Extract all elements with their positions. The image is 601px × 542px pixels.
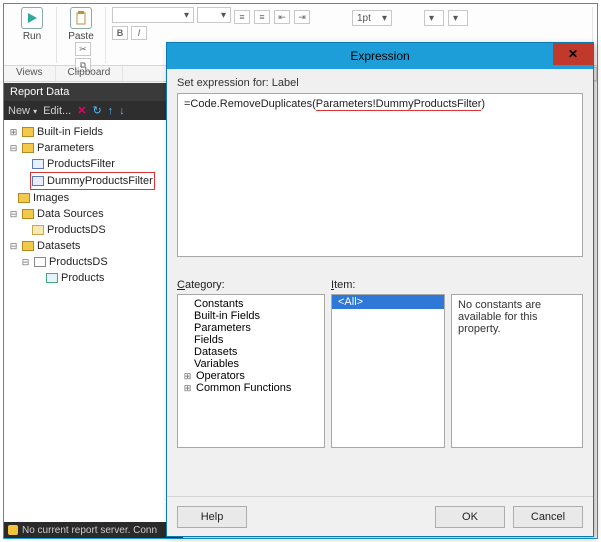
color-picker-2[interactable]: ▾ [448,10,468,26]
report-data-panel: Report Data New ▾ Edit... ✕ ↻ ↑ ↓ ⊞Built… [4,83,183,522]
desc-label [451,279,583,291]
clipboard-group-label: Clipboard [56,66,124,81]
folder-icon [22,127,34,137]
move-down-icon[interactable]: ↓ [119,105,125,117]
tree-field-products[interactable]: Products [61,270,104,286]
expr-text-highlight: Parameters!DummyProductsFilter [316,98,482,111]
tree-param-dummyproductsfilter[interactable]: DummyProductsFilter [47,173,153,189]
color-picker-1[interactable]: ▾ [424,10,444,26]
italic-button[interactable]: I [131,26,147,40]
paste-button[interactable]: Paste [63,7,99,42]
expression-dialog: Expression ✕ Set expression for: Label =… [166,42,594,537]
indent-dec-icon[interactable]: ⇤ [274,10,290,24]
cat-parameters[interactable]: Parameters [194,322,251,334]
dialog-titlebar[interactable]: Expression ✕ [167,43,593,69]
cat-constants[interactable]: Constants [194,298,244,310]
cat-builtin[interactable]: Built-in Fields [194,310,260,322]
report-data-title: Report Data [4,83,182,101]
ok-button[interactable]: OK [435,506,505,528]
tree-ds-productsds[interactable]: ProductsDS [47,222,106,238]
tree-dset-productsds[interactable]: ProductsDS [49,254,108,270]
font-size-select[interactable]: ▾ [197,7,231,23]
tree-datasources[interactable]: Data Sources [37,206,104,222]
item-label: Item: [331,279,445,291]
report-data-toolbar: New ▾ Edit... ✕ ↻ ↑ ↓ [4,101,182,120]
dataset-icon [34,257,46,267]
move-up-icon[interactable]: ↑ [108,105,114,117]
close-button[interactable]: ✕ [553,43,593,65]
parameter-icon [32,159,44,169]
delete-icon[interactable]: ✕ [77,104,86,117]
tree-parameters[interactable]: Parameters [37,140,94,156]
run-button[interactable]: Run [14,7,50,42]
expr-text-prefix: =Code.RemoveDuplicates( [184,98,316,110]
item-listbox[interactable]: <All> [331,294,445,448]
status-text: No current report server. Conn [22,525,157,536]
folder-icon [18,193,30,203]
folder-icon [22,143,34,153]
indent-inc-icon[interactable]: ⇥ [294,10,310,24]
font-family-select[interactable]: ▾ [112,7,194,23]
tree-param-productsfilter[interactable]: ProductsFilter [47,156,115,172]
run-label: Run [23,31,41,42]
dialog-footer: Help OK Cancel [167,496,593,536]
bold-button[interactable]: B [112,26,128,40]
cut-icon[interactable]: ✂ [75,42,91,56]
report-data-tree[interactable]: ⊞Built-in Fields ⊟Parameters ProductsFil… [4,120,182,522]
expr-text-suffix: ) [481,98,485,110]
line-weight-select[interactable]: 1pt▾ [352,10,392,26]
help-button[interactable]: Help [177,506,247,528]
expression-textbox[interactable]: =Code.RemoveDuplicates(Parameters!DummyP… [177,93,583,257]
category-label: Category: [177,279,325,291]
category-listbox[interactable]: Constants Built-in Fields Parameters Fie… [177,294,325,448]
folder-icon [22,241,34,251]
align-left-icon[interactable]: ≡ [234,10,250,24]
cat-variables[interactable]: Variables [194,358,239,370]
edit-button[interactable]: Edit... [43,105,71,117]
cat-fields[interactable]: Fields [194,334,223,346]
cat-common-functions[interactable]: Common Functions [196,382,291,394]
cat-operators[interactable]: Operators [196,370,245,382]
set-expression-label: Set expression for: Label [177,77,583,89]
dialog-title: Expression [350,49,409,63]
refresh-icon[interactable]: ↻ [92,104,101,117]
tree-datasets[interactable]: Datasets [37,238,80,254]
field-icon [46,273,58,283]
datasource-icon [32,225,44,235]
description-box: No constants are available for this prop… [451,294,583,448]
paste-label: Paste [68,31,94,42]
item-all[interactable]: <All> [332,295,444,309]
parameter-icon [32,176,44,186]
clipboard-icon [70,7,92,29]
cancel-button[interactable]: Cancel [513,506,583,528]
cat-datasets[interactable]: Datasets [194,346,237,358]
tree-images[interactable]: Images [33,190,69,206]
views-group-label: Views [4,66,56,81]
tree-builtin[interactable]: Built-in Fields [37,124,103,140]
warning-icon [8,525,18,535]
play-icon [21,7,43,29]
align-center-icon[interactable]: ≡ [254,10,270,24]
status-bar: No current report server. Conn [4,522,183,538]
new-menu[interactable]: New ▾ [8,105,37,117]
folder-icon [22,209,34,219]
